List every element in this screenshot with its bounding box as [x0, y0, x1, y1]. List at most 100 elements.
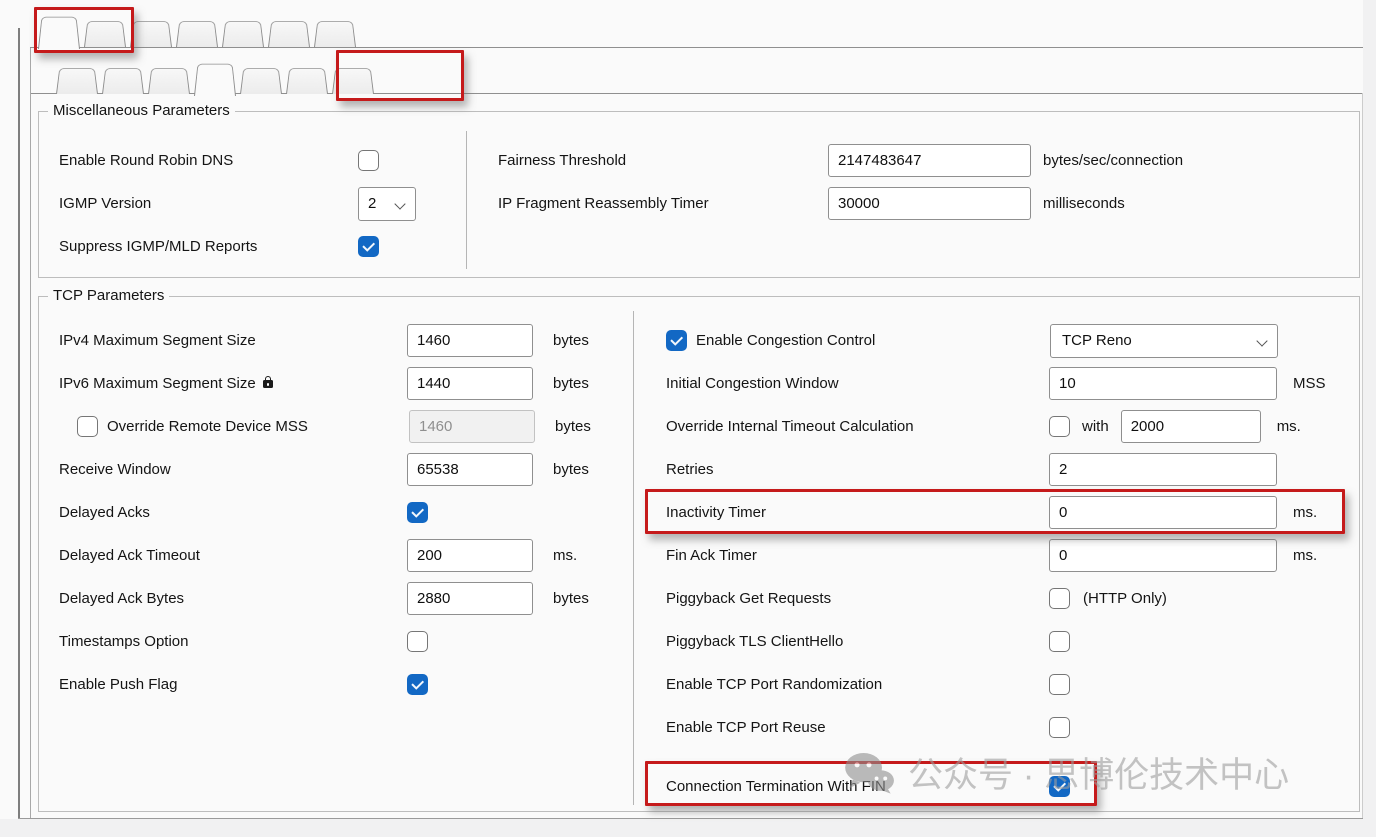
tab-profiles[interactable]: [148, 63, 190, 94]
param-row: Enable Congestion Control TCP Reno: [666, 319, 1326, 362]
tab-notes[interactable]: [176, 16, 218, 47]
param-row: IP Fragment Reassembly Timer millisecond…: [498, 182, 1183, 225]
unit-label: bytes: [553, 461, 589, 478]
enable-tcp-port-reuse-checkbox[interactable]: [1049, 717, 1070, 738]
override-remote-device-mss-input: [409, 410, 535, 443]
inactivity-timer-input[interactable]: [1049, 496, 1277, 529]
unit-label: bytes: [553, 332, 589, 349]
bottom-margin: [0, 819, 1376, 837]
param-row: Delayed Ack Bytes bytes: [59, 577, 591, 620]
right-margin: [1363, 0, 1376, 837]
override-internal-timeout-checkbox[interactable]: [1049, 416, 1070, 437]
param-label: Piggyback Get Requests: [666, 590, 1049, 607]
param-label: IPv4 Maximum Segment Size: [59, 332, 407, 349]
param-label: Enable Push Flag: [59, 676, 407, 693]
tab-actions[interactable]: [102, 63, 144, 94]
delayed-acks-checkbox[interactable]: [407, 502, 428, 523]
initial-congestion-window-input[interactable]: [1049, 367, 1277, 400]
misc-right-column: Fairness Threshold bytes/sec/connection …: [498, 139, 1183, 225]
param-row: Fin Ack Timer ms.: [666, 534, 1326, 577]
enable-congestion-control-checkbox[interactable]: [666, 330, 687, 351]
param-label: Fin Ack Timer: [666, 547, 1049, 564]
piggyback-tls-clienthello-checkbox[interactable]: [1049, 631, 1070, 652]
receive-window-input[interactable]: [407, 453, 533, 486]
miscellaneous-parameters-group: Miscellaneous Parameters Enable Round Ro…: [38, 111, 1360, 278]
tab-results[interactable]: [268, 16, 310, 47]
param-label: Connection Termination With FIN: [666, 778, 1049, 795]
delayed-ack-bytes-input[interactable]: [407, 582, 533, 615]
panel-right-border: [1362, 93, 1363, 819]
tab-client[interactable]: [38, 10, 80, 49]
ip-fragment-reassembly-timer-input[interactable]: [828, 187, 1031, 220]
tab-run[interactable]: [222, 16, 264, 47]
congestion-algorithm-select[interactable]: TCP Reno: [1050, 324, 1278, 358]
chevron-down-icon: [1256, 335, 1267, 346]
group-divider: [633, 311, 634, 805]
param-row: Override Internal Timeout Calculation wi…: [666, 405, 1326, 448]
param-row: Enable Push Flag: [59, 663, 591, 706]
enable-push-flag-checkbox[interactable]: [407, 674, 428, 695]
param-label: Override Remote Device MSS: [107, 418, 409, 435]
enable-round-robin-dns-checkbox[interactable]: [358, 150, 379, 171]
param-label: Fairness Threshold: [498, 152, 828, 169]
tcp-right-column: Enable Congestion Control TCP Reno Initi…: [666, 319, 1326, 808]
param-label: Enable TCP Port Reuse: [666, 719, 1049, 736]
param-label: Piggyback TLS ClientHello: [666, 633, 1049, 650]
misc-left-column: Enable Round Robin DNS IGMP Version 2 Su…: [59, 139, 416, 268]
param-label: IP Fragment Reassembly Timer: [498, 195, 828, 212]
suppress-igmp-mld-reports-checkbox[interactable]: [358, 236, 379, 257]
sub-tab-bar: [56, 56, 378, 94]
param-label: Enable TCP Port Randomization: [666, 676, 1049, 693]
fin-ack-timer-input[interactable]: [1049, 539, 1277, 572]
param-row: Inactivity Timer ms.: [666, 491, 1326, 534]
param-row: Delayed Acks: [59, 491, 591, 534]
chevron-down-icon: [394, 198, 405, 209]
connection-termination-with-fin-checkbox[interactable]: [1049, 776, 1070, 797]
param-label: Override Internal Timeout Calculation: [666, 418, 1049, 435]
tab-content-files[interactable]: [130, 16, 172, 47]
tabrow1-divider: [30, 47, 1363, 48]
param-row: IGMP Version 2: [59, 182, 416, 225]
param-row: Piggyback TLS ClientHello: [666, 620, 1326, 663]
unit-label: bytes/sec/connection: [1043, 152, 1183, 169]
enable-tcp-port-randomization-checkbox[interactable]: [1049, 674, 1070, 695]
top-tab-bar: [38, 10, 360, 47]
param-label: IPv6 Maximum Segment Size: [59, 375, 407, 392]
group-divider: [466, 131, 467, 269]
fairness-threshold-input[interactable]: [828, 144, 1031, 177]
panel-left-border: [30, 48, 31, 819]
tab-subnets[interactable]: [240, 63, 282, 94]
http-only-note: (HTTP Only): [1083, 590, 1167, 607]
param-label: Delayed Ack Timeout: [59, 547, 407, 564]
tab-network[interactable]: [194, 57, 236, 96]
tcp-left-column: IPv4 Maximum Segment Size bytes IPv6 Max…: [59, 319, 591, 706]
unit-label: milliseconds: [1043, 195, 1125, 212]
override-remote-device-mss-checkbox[interactable]: [77, 416, 98, 437]
tab-esp[interactable]: [314, 16, 356, 47]
param-label: Enable Round Robin DNS: [59, 152, 358, 169]
param-row: Fairness Threshold bytes/sec/connection: [498, 139, 1183, 182]
param-row: Piggyback Get Requests (HTTP Only): [666, 577, 1326, 620]
tab-loads[interactable]: [56, 63, 98, 94]
unit-label: bytes: [553, 590, 589, 607]
ipv6-mss-input[interactable]: [407, 367, 533, 400]
retries-input[interactable]: [1049, 453, 1277, 486]
param-row: IPv6 Maximum Segment Size bytes: [59, 362, 591, 405]
tab-associations[interactable]: [332, 63, 374, 94]
igmp-version-select[interactable]: 2: [358, 187, 416, 221]
timestamps-option-checkbox[interactable]: [407, 631, 428, 652]
with-label: with: [1082, 418, 1109, 435]
override-internal-timeout-input[interactable]: [1121, 410, 1261, 443]
lock-icon: [263, 380, 273, 388]
param-label: Initial Congestion Window: [666, 375, 1049, 392]
param-label: IGMP Version: [59, 195, 358, 212]
ipv4-mss-input[interactable]: [407, 324, 533, 357]
delayed-ack-timeout-input[interactable]: [407, 539, 533, 572]
piggyback-get-requests-checkbox[interactable]: [1049, 588, 1070, 609]
tab-server[interactable]: [84, 16, 126, 47]
tab-ports[interactable]: [286, 63, 328, 94]
unit-label: ms.: [1277, 418, 1301, 435]
unit-label: MSS: [1293, 375, 1326, 392]
unit-label: ms.: [1293, 504, 1317, 521]
group-title: Miscellaneous Parameters: [48, 102, 235, 119]
